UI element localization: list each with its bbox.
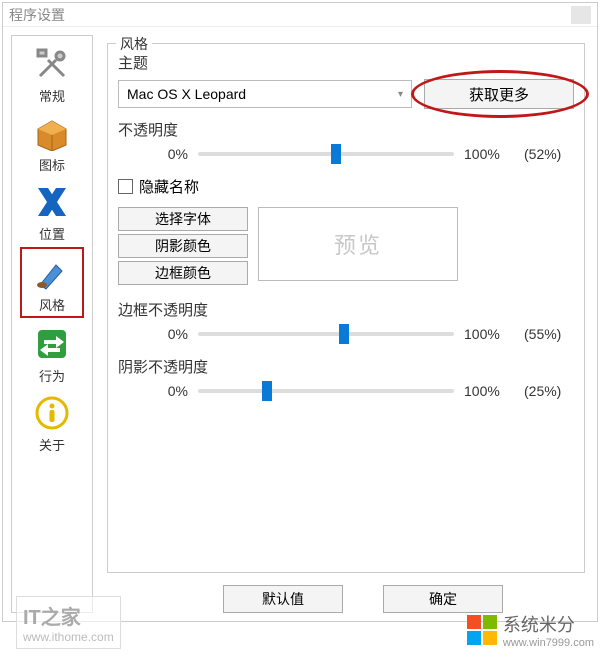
watermark-left: IT之家 www.ithome.com — [16, 596, 121, 649]
sidebar-item-icons[interactable]: 图标 — [20, 109, 84, 176]
sidebar-label: 行为 — [39, 366, 65, 385]
slider-value: (55%) — [524, 326, 574, 342]
preview-box: 预览 — [258, 207, 458, 281]
slider-value: (52%) — [524, 146, 574, 162]
sidebar-item-general[interactable]: 常规 — [20, 40, 84, 107]
sidebar: 常规 图标 位置 风格 — [11, 35, 93, 613]
hide-names-row[interactable]: 隐藏名称 — [118, 176, 574, 197]
border-opacity-slider-row: 0% 100% (55%) — [158, 326, 574, 342]
style-group: 风格 主题 Mac OS X Leopard ▾ 获取更多 不透明度 0% — [107, 43, 585, 573]
slider-min: 0% — [158, 146, 188, 162]
shadow-opacity-slider-row: 0% 100% (25%) — [158, 383, 574, 399]
chevron-down-icon: ▾ — [398, 89, 403, 100]
border-opacity-label: 边框不透明度 — [118, 299, 574, 320]
theme-value: Mac OS X Leopard — [127, 86, 246, 102]
opacity-label: 不透明度 — [118, 119, 574, 140]
box-icon — [32, 113, 72, 153]
sidebar-label: 关于 — [39, 435, 65, 454]
opacity-slider[interactable] — [198, 152, 454, 156]
get-more-button[interactable]: 获取更多 — [424, 79, 574, 109]
slider-max: 100% — [464, 326, 514, 342]
slider-value: (25%) — [524, 383, 574, 399]
slider-min: 0% — [158, 326, 188, 342]
footer-buttons: 默认值 确定 — [193, 585, 585, 613]
settings-window: 程序设置 常规 图标 位置 — [2, 2, 598, 622]
arrows-cross-icon — [32, 182, 72, 222]
default-button[interactable]: 默认值 — [223, 585, 343, 613]
opacity-slider-row: 0% 100% (52%) — [158, 146, 574, 162]
slider-max: 100% — [464, 146, 514, 162]
watermark-right: 系统米分 www.win7999.com — [467, 611, 594, 649]
slider-thumb[interactable] — [339, 324, 349, 344]
shadow-color-button[interactable]: 阴影颜色 — [118, 234, 248, 258]
sidebar-label: 位置 — [39, 224, 65, 243]
sidebar-item-position[interactable]: 位置 — [20, 178, 84, 245]
border-opacity-slider[interactable] — [198, 332, 454, 336]
sidebar-item-style[interactable]: 风格 — [20, 247, 84, 318]
sidebar-label: 图标 — [39, 155, 65, 174]
theme-label: 主题 — [118, 52, 574, 73]
hide-names-label: 隐藏名称 — [139, 176, 199, 197]
titlebar: 程序设置 — [3, 3, 597, 27]
swap-icon — [32, 324, 72, 364]
sidebar-label: 风格 — [39, 295, 65, 314]
sidebar-item-behavior[interactable]: 行为 — [20, 320, 84, 387]
microsoft-logo-icon — [467, 615, 497, 645]
brush-icon — [32, 253, 72, 293]
info-icon — [32, 393, 72, 433]
hide-names-checkbox[interactable] — [118, 179, 133, 194]
slider-thumb[interactable] — [262, 381, 272, 401]
choose-font-button[interactable]: 选择字体 — [118, 207, 248, 231]
group-title: 风格 — [116, 34, 152, 54]
sidebar-label: 常规 — [39, 86, 65, 105]
close-button[interactable] — [571, 6, 591, 24]
sidebar-item-about[interactable]: 关于 — [20, 389, 84, 456]
theme-combobox[interactable]: Mac OS X Leopard ▾ — [118, 80, 412, 108]
slider-min: 0% — [158, 383, 188, 399]
window-title: 程序设置 — [9, 5, 65, 25]
shadow-opacity-label: 阴影不透明度 — [118, 356, 574, 377]
border-color-button[interactable]: 边框颜色 — [118, 261, 248, 285]
tools-icon — [32, 44, 72, 84]
content-panel: 风格 主题 Mac OS X Leopard ▾ 获取更多 不透明度 0% — [93, 27, 597, 621]
slider-max: 100% — [464, 383, 514, 399]
ok-button[interactable]: 确定 — [383, 585, 503, 613]
shadow-opacity-slider[interactable] — [198, 389, 454, 393]
slider-thumb[interactable] — [331, 144, 341, 164]
